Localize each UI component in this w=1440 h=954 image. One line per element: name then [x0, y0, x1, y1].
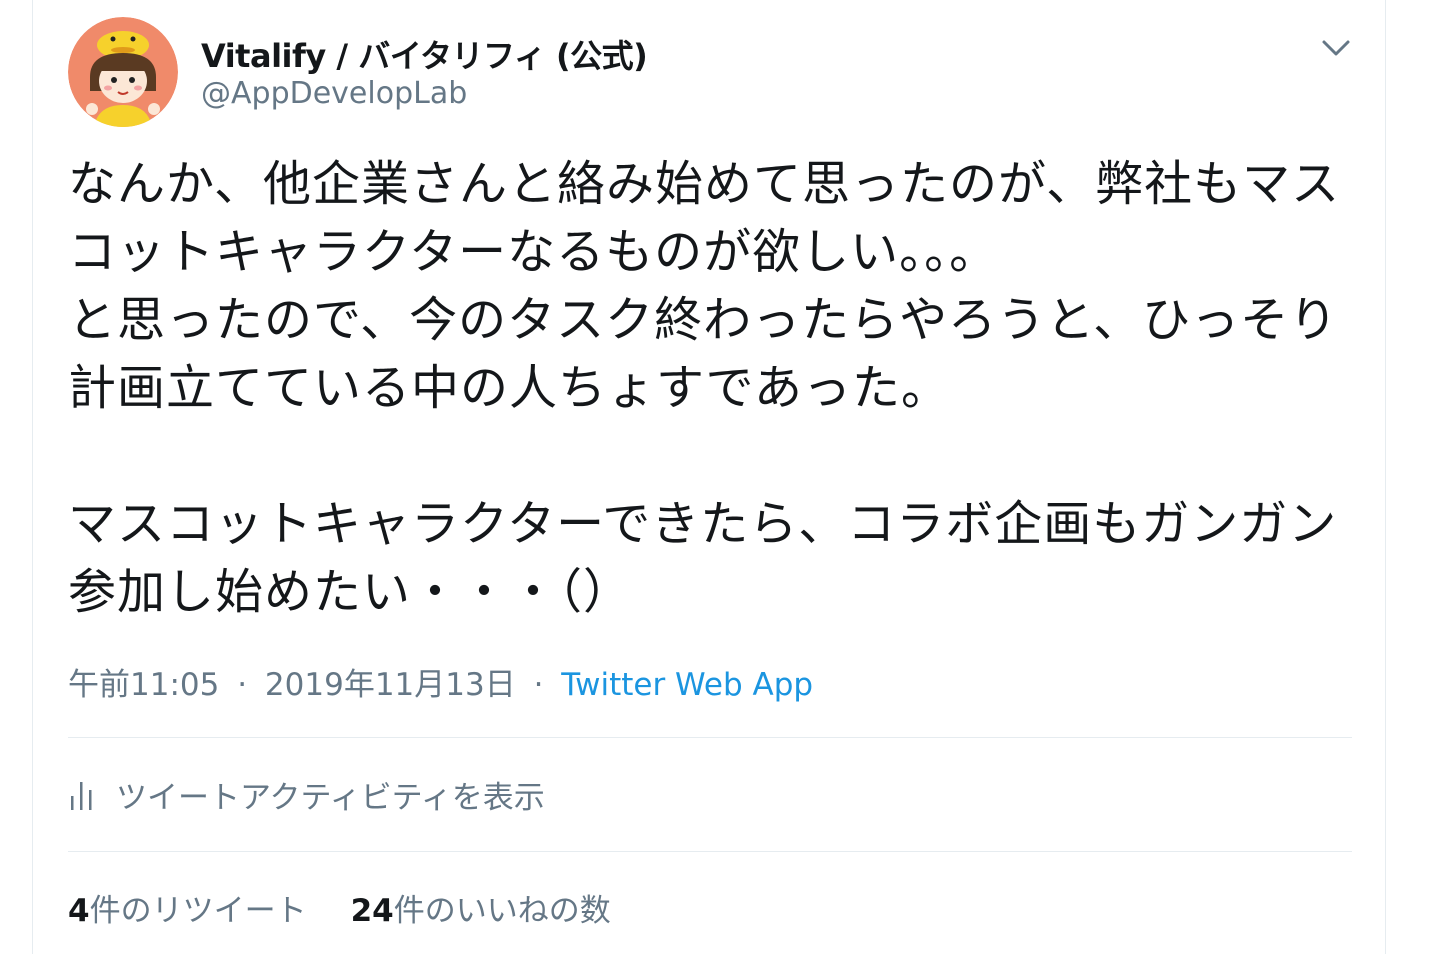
author-display-name[interactable]: Vitalify / バイタリフィ (公式) [201, 31, 648, 77]
tweet-paragraph: なんか、他企業さんと絡み始めて思ったのが、弊社もマスコットキャラクターなるものが… [68, 156, 1341, 416]
tweet-date[interactable]: 2019年11月13日 [265, 667, 516, 703]
bar-chart-icon [71, 781, 92, 810]
divider [68, 851, 1352, 852]
retweets-stat[interactable]: 4件のリツイート [68, 893, 307, 929]
retweet-label: 件のリツイート [89, 893, 307, 929]
likes-stat[interactable]: 24件のいいねの数 [351, 893, 611, 929]
author-handle[interactable]: @AppDevelopLab [201, 76, 467, 111]
tweet-text: なんか、他企業さんと絡み始めて思ったのが、弊社もマスコットキャラクターなるものが… [68, 150, 1358, 626]
divider [68, 737, 1352, 738]
tweet-activity-label: ツイートアクティビティを表示 [116, 780, 545, 816]
like-label: 件のいいねの数 [393, 893, 611, 929]
tweet-activity-link[interactable]: ツイートアクティビティを表示 [68, 772, 545, 817]
mascot-avatar-icon[interactable] [68, 17, 178, 127]
meta-separator: · [237, 667, 248, 703]
tweet-source-link[interactable]: Twitter Web App [561, 667, 813, 703]
like-count: 24 [350, 893, 394, 929]
tweet-meta: 午前11:05 · 2019年11月13日 · Twitter Web App [68, 659, 813, 704]
meta-separator: · [533, 667, 544, 703]
tweet-stats: 4件のリツイート 24件のいいねの数 [68, 885, 611, 930]
chevron-down-icon[interactable] [1319, 32, 1353, 62]
tweet-paragraph: マスコットキャラクターできたら、コラボ企画もガンガン参加し始めたい・・・（） [68, 496, 1338, 620]
tweet-time[interactable]: 午前11:05 [68, 667, 219, 703]
retweet-count: 4 [68, 893, 90, 929]
tweet-card: Vitalify / バイタリフィ (公式) @AppDevelopLab なん… [32, 0, 1386, 954]
